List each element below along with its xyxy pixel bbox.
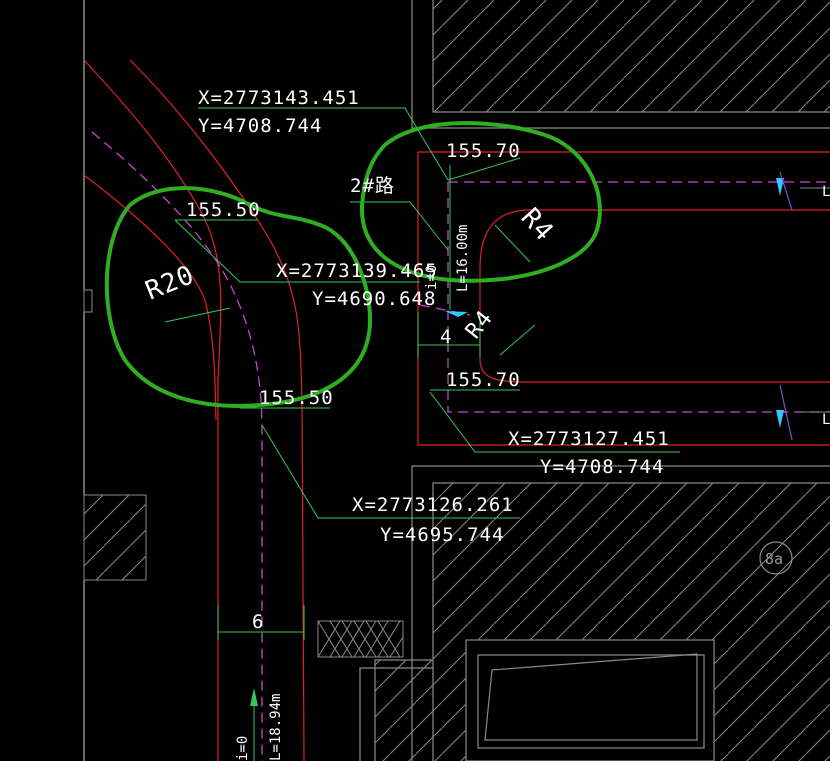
radius-label-r4-top: R4	[515, 203, 560, 248]
coordinate-label-2: X=2773139.465 Y=4690.648	[276, 260, 438, 310]
coordinate-label-1: X=2773143.451 Y=4708.744	[198, 87, 360, 137]
width-label-6: 6	[252, 611, 264, 633]
elevation-top-left: 155.50	[186, 199, 261, 221]
building-top-hatched	[411, 0, 830, 129]
coord-x-4: X=2773126.261	[352, 494, 514, 516]
road-name-label: 2#路	[350, 175, 395, 197]
building-tag-text: 8a	[765, 550, 783, 568]
cad-drawing: X=2773143.451 Y=4708.744 X=2773139.465 Y…	[83, 0, 830, 761]
elevation-bottom-left: 155.50	[259, 387, 334, 409]
coord-y-1: Y=4708.744	[198, 115, 322, 137]
slope-label-top: i=0	[424, 265, 440, 290]
width-label-4: 4	[440, 326, 452, 348]
coordinate-label-3: X=2773127.451 Y=4708.744	[508, 428, 670, 478]
coord-y-2: Y=4690.648	[312, 288, 436, 310]
radius-label-r20: R20	[141, 260, 199, 307]
coord-x-3: X=2773127.451	[508, 428, 670, 450]
edge-label-bottom: L	[822, 412, 830, 428]
small-hatch-block	[317, 620, 404, 658]
coord-y-4: Y=4695.744	[380, 524, 504, 546]
coord-x-2: X=2773139.465	[276, 260, 438, 282]
edge-label-top: L	[822, 184, 830, 200]
coord-y-3: Y=4708.744	[540, 456, 664, 478]
length-label-bottom: L=18.94m	[268, 694, 284, 761]
slope-label-bottom: i=0	[235, 736, 251, 761]
coord-x-1: X=2773143.451	[198, 87, 360, 109]
flow-arrows	[445, 171, 830, 441]
length-label-16: L=16.00m	[455, 225, 471, 292]
left-structure	[83, 0, 147, 761]
elevation-top-right: 155.70	[446, 140, 521, 162]
elevation-bottom-right: 155.70	[446, 369, 521, 391]
radius-label-r4-bottom: R4	[461, 306, 498, 344]
